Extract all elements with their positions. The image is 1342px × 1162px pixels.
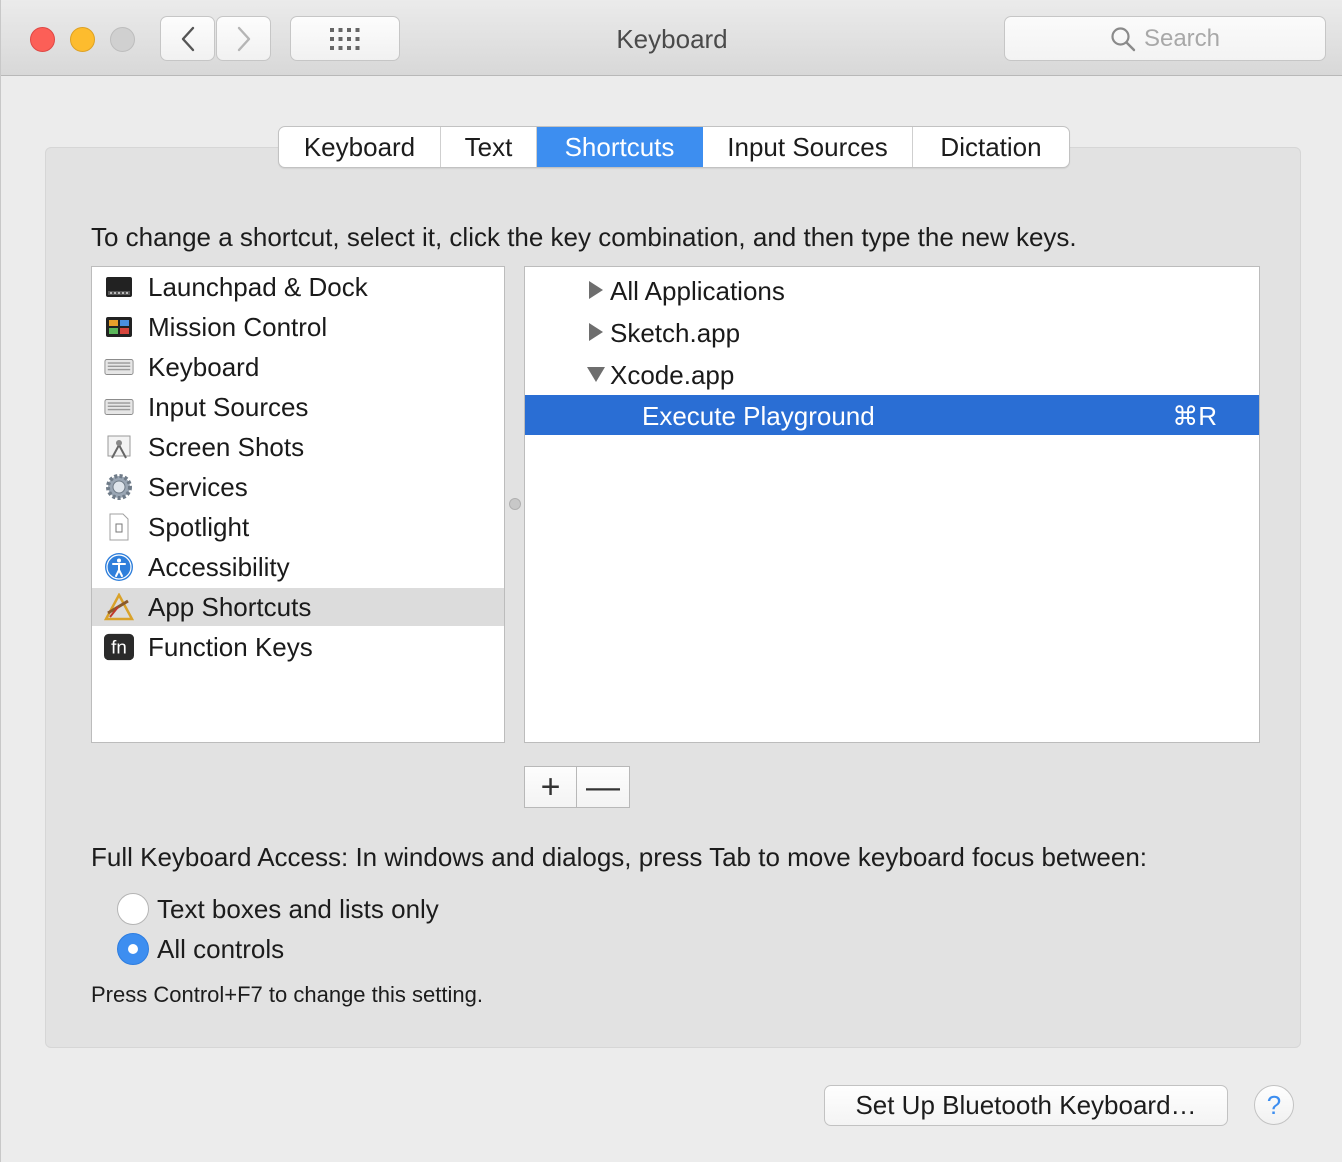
radio-button[interactable] <box>117 933 149 965</box>
category-label: App Shortcuts <box>148 592 312 622</box>
radio-all-controls[interactable]: All controls <box>117 932 284 966</box>
input-sources-icon <box>104 393 134 421</box>
remove-shortcut-button[interactable]: — <box>577 767 629 807</box>
category-label: Function Keys <box>148 632 313 662</box>
radio-button[interactable] <box>117 893 149 925</box>
shortcut-note: Press Control+F7 to change this setting. <box>91 982 483 1007</box>
search-placeholder: Search <box>1143 24 1221 52</box>
fn-key-icon: fn <box>104 633 134 661</box>
disclosure-triangle-icon[interactable] <box>589 281 603 299</box>
svg-text:fn: fn <box>111 637 127 658</box>
category-mission-control[interactable]: Mission Control <box>92 308 504 346</box>
category-spotlight[interactable]: Spotlight <box>92 508 504 546</box>
category-label: Services <box>148 472 248 502</box>
category-screen-shots[interactable]: Screen Shots <box>92 428 504 466</box>
category-function-keys[interactable]: fn Function Keys <box>92 628 504 666</box>
category-label: Keyboard <box>148 352 260 382</box>
category-app-shortcuts[interactable]: App Shortcuts <box>92 588 504 626</box>
tab-dictation[interactable]: Dictation <box>913 127 1069 167</box>
category-launchpad-dock[interactable]: Launchpad & Dock <box>92 268 504 306</box>
keyboard-icon <box>104 353 134 381</box>
shortcut-keys[interactable]: ⌘R <box>1172 401 1217 432</box>
shortcut-group-xcode[interactable]: Xcode.app <box>525 354 1259 394</box>
category-services[interactable]: Services <box>92 468 504 506</box>
shortcut-list: All Applications Sketch.app Xcode.app Ex… <box>524 266 1260 743</box>
disclosure-triangle-icon[interactable] <box>589 323 603 341</box>
radio-text-boxes[interactable]: Text boxes and lists only <box>117 892 439 926</box>
instructions-text: To change a shortcut, select it, click t… <box>91 222 1077 252</box>
category-label: Input Sources <box>148 392 309 422</box>
tab-shortcuts[interactable]: Shortcuts <box>537 127 703 167</box>
add-shortcut-button[interactable]: + <box>525 767 577 807</box>
search-icon <box>1111 26 1136 51</box>
radio-label: Text boxes and lists only <box>157 893 439 924</box>
full-keyboard-access-label: Full Keyboard Access: In windows and dia… <box>91 842 1147 872</box>
shortcut-group-all-applications[interactable]: All Applications <box>525 270 1259 310</box>
tab-keyboard[interactable]: Keyboard <box>279 127 441 167</box>
setup-bluetooth-keyboard-button[interactable]: Set Up Bluetooth Keyboard… <box>824 1085 1228 1126</box>
launchpad-dock-icon <box>104 273 134 301</box>
radio-label: All controls <box>157 933 285 964</box>
category-label: Accessibility <box>148 552 290 582</box>
accessibility-icon <box>104 553 134 581</box>
title-bar: Keyboard Search <box>1 0 1342 76</box>
group-label: Xcode.app <box>610 360 735 390</box>
split-handle[interactable] <box>509 498 521 510</box>
add-remove-control: + — <box>524 766 630 808</box>
category-label: Spotlight <box>148 512 250 542</box>
group-label: Sketch.app <box>610 318 741 348</box>
preferences-window: Keyboard Search Keyboard Text Shortcuts … <box>0 0 1342 1162</box>
category-accessibility[interactable]: Accessibility <box>92 548 504 586</box>
shortcut-label: Execute Playground <box>642 401 875 431</box>
category-label: Launchpad & Dock <box>148 272 368 302</box>
spotlight-icon <box>104 513 134 541</box>
shortcut-row-execute-playground[interactable]: Execute Playground ⌘R <box>525 395 1259 435</box>
category-list: Launchpad & Dock Mission Control Keyboar… <box>91 266 505 743</box>
category-label: Screen Shots <box>148 432 305 462</box>
shortcut-group-sketch[interactable]: Sketch.app <box>525 312 1259 352</box>
group-label: All Applications <box>610 276 785 306</box>
tab-input-sources[interactable]: Input Sources <box>703 127 913 167</box>
tab-bar: Keyboard Text Shortcuts Input Sources Di… <box>278 126 1070 168</box>
category-keyboard[interactable]: Keyboard <box>92 348 504 386</box>
search-field[interactable]: Search <box>1004 16 1326 61</box>
category-label: Mission Control <box>148 312 328 342</box>
tab-text[interactable]: Text <box>441 127 537 167</box>
gear-icon <box>104 473 134 501</box>
category-input-sources[interactable]: Input Sources <box>92 388 504 426</box>
help-button[interactable]: ? <box>1254 1085 1294 1125</box>
app-shortcuts-icon <box>104 593 134 621</box>
screen-shots-icon <box>104 433 134 461</box>
disclosure-triangle-icon[interactable] <box>587 367 605 382</box>
mission-control-icon <box>104 313 134 341</box>
